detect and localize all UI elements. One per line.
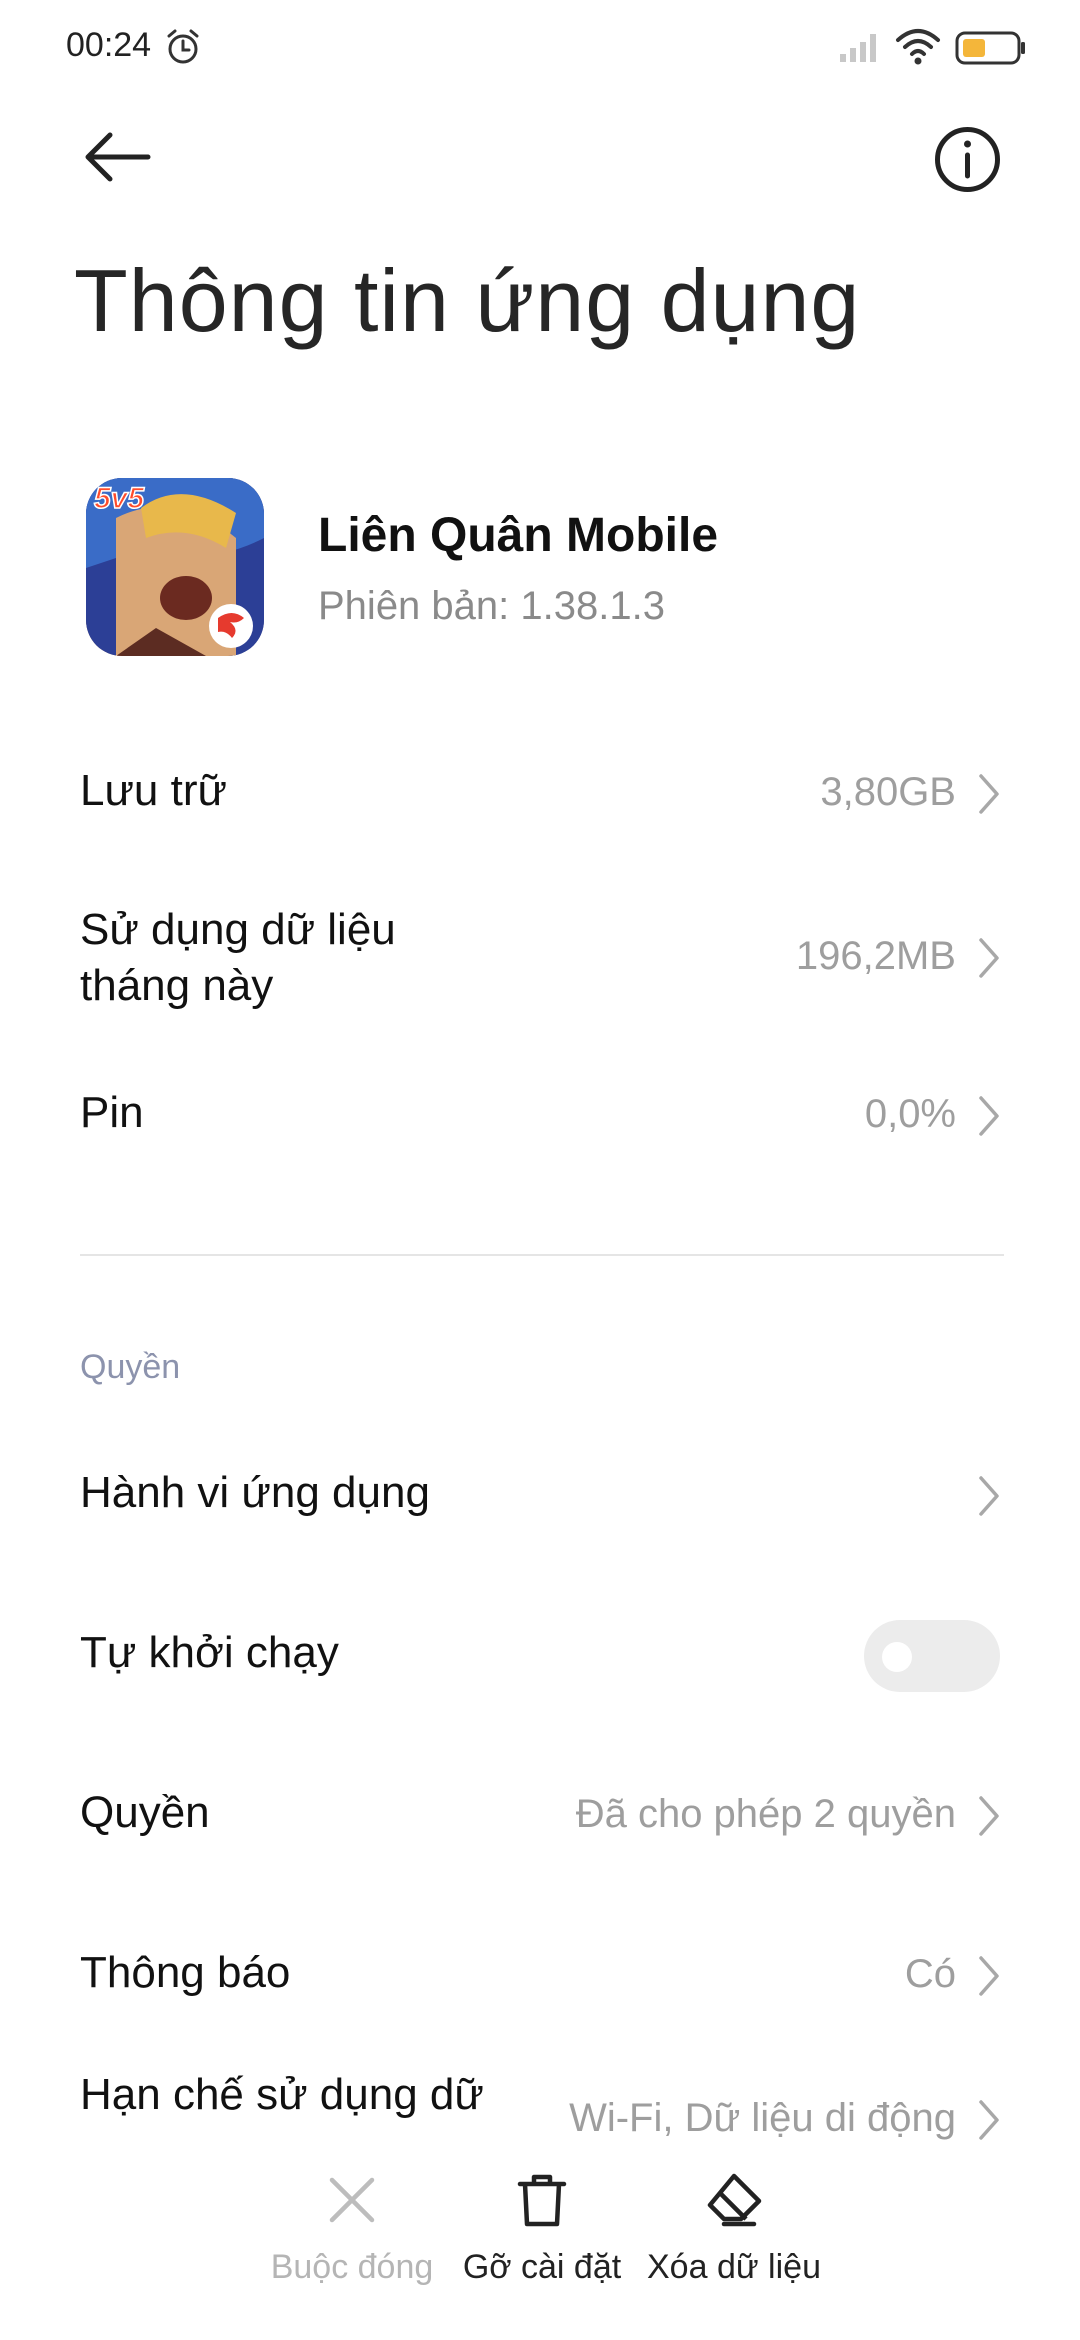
data-usage-label-line1: Sử dụng dữ liệu bbox=[80, 905, 396, 954]
chevron-right-icon bbox=[979, 2100, 999, 2140]
chevron-right-icon bbox=[979, 1956, 999, 1996]
wifi-icon bbox=[896, 29, 940, 65]
storage-label: Lưu trữ bbox=[80, 766, 227, 815]
toggle-knob bbox=[882, 1642, 912, 1672]
battery-label: Pin bbox=[80, 1088, 144, 1137]
data-restriction-value: Wi-Fi, Dữ liệu di động bbox=[569, 2096, 956, 2140]
alarm-icon bbox=[167, 29, 199, 64]
data-restriction-row[interactable]: Hạn chế sử dụng dữ Wi-Fi, Dữ liệu di độn… bbox=[0, 2062, 1080, 2162]
notifications-label: Thông báo bbox=[80, 1948, 291, 1997]
data-usage-label: Sử dụng dữ liệu tháng này bbox=[80, 902, 396, 1014]
data-usage-value: 196,2MB bbox=[795, 934, 956, 978]
permissions-row[interactable]: Quyền Đã cho phép 2 quyền bbox=[0, 1766, 1080, 1866]
app-icon: 5v5 bbox=[86, 478, 264, 656]
chevron-right-icon bbox=[979, 1796, 999, 1836]
data-usage-row[interactable]: Sử dụng dữ liệu tháng này 196,2MB bbox=[0, 890, 1080, 1030]
section-header-permissions: Quyền bbox=[80, 1348, 181, 1386]
chevron-right-icon bbox=[979, 774, 999, 814]
data-usage-label-line2: tháng này bbox=[80, 961, 274, 1010]
eraser-icon bbox=[707, 2173, 762, 2227]
autostart-row: Tự khởi chạy bbox=[0, 1606, 1080, 1706]
chevron-right-icon bbox=[979, 938, 999, 978]
storage-value: 3,80GB bbox=[820, 770, 956, 814]
section-divider bbox=[80, 1254, 1004, 1256]
autostart-label: Tự khởi chạy bbox=[80, 1628, 339, 1677]
info-button[interactable] bbox=[930, 122, 1005, 197]
permissions-label: Quyền bbox=[80, 1788, 210, 1837]
storage-row[interactable]: Lưu trữ 3,80GB bbox=[0, 744, 1080, 844]
clear-data-label: Xóa dữ liệu bbox=[647, 2248, 821, 2286]
app-behavior-label: Hành vi ứng dụng bbox=[80, 1468, 430, 1517]
app-icon-badge: 5v5 bbox=[94, 482, 145, 515]
battery-value: 0,0% bbox=[864, 1092, 956, 1136]
chevron-right-icon bbox=[979, 1096, 999, 1136]
notifications-row[interactable]: Thông báo Có bbox=[0, 1926, 1080, 2026]
status-time: 00:24 bbox=[66, 26, 152, 64]
bottom-action-bar: Buộc đóng Gỡ cài đặt Xóa dữ liệu bbox=[0, 2150, 1080, 2340]
clear-data-button[interactable]: Xóa dữ liệu bbox=[624, 2170, 844, 2287]
close-icon bbox=[329, 2177, 375, 2223]
force-stop-button[interactable]: Buộc đóng bbox=[242, 2170, 462, 2287]
uninstall-button[interactable]: Gỡ cài đặt bbox=[432, 2170, 652, 2287]
page-title: Thông tin ứng dụng bbox=[74, 251, 861, 350]
force-stop-label: Buộc đóng bbox=[270, 2248, 434, 2286]
notifications-value: Có bbox=[904, 1952, 956, 1996]
trash-icon bbox=[517, 2174, 567, 2227]
permissions-value: Đã cho phép 2 quyền bbox=[575, 1792, 956, 1836]
battery-icon bbox=[955, 31, 1025, 65]
app-version: Phiên bản: 1.38.1.3 bbox=[318, 584, 665, 628]
back-button[interactable] bbox=[78, 122, 158, 192]
signal-icon bbox=[840, 34, 876, 62]
app-behavior-row[interactable]: Hành vi ứng dụng bbox=[0, 1446, 1080, 1546]
autostart-toggle[interactable] bbox=[864, 1620, 1000, 1692]
chevron-right-icon bbox=[979, 1476, 999, 1516]
app-name: Liên Quân Mobile bbox=[318, 509, 719, 562]
battery-row[interactable]: Pin 0,0% bbox=[0, 1066, 1080, 1166]
uninstall-label: Gỡ cài đặt bbox=[462, 2248, 622, 2286]
data-restriction-label: Hạn chế sử dụng dữ bbox=[80, 2070, 484, 2119]
